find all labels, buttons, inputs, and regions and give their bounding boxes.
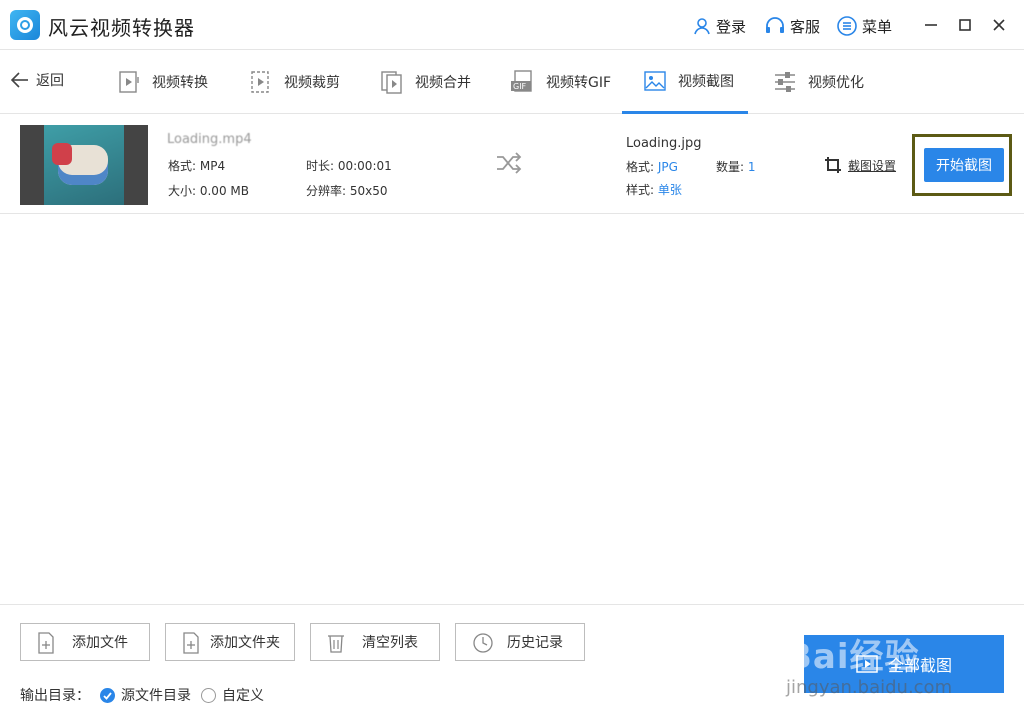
bottom-bar: 添加文件 添加文件夹 清空列表 历史记录 输出目录： 源文件目录 自定义 全部截…	[0, 604, 1024, 720]
tab-video-merge[interactable]: 视频合并	[379, 50, 471, 114]
output-file-name: Loading.jpg	[626, 136, 702, 151]
app-logo-icon	[10, 10, 40, 40]
output-style-value: 单张	[657, 183, 682, 197]
output-dir-label: 输出目录：	[20, 688, 90, 704]
play-screen-icon	[856, 655, 878, 673]
add-folder-button[interactable]: 添加文件夹	[165, 623, 295, 661]
radio-source-directory[interactable]: 源文件目录	[100, 685, 191, 705]
tab-video-crop[interactable]: 视频裁剪	[248, 50, 340, 114]
output-count[interactable]: 数量: 1	[716, 158, 756, 175]
output-format-label: 格式:	[626, 160, 655, 174]
output-style[interactable]: 样式: 单张	[626, 181, 682, 198]
minimize-button[interactable]	[920, 14, 942, 36]
menu-button[interactable]: 菜单	[836, 14, 892, 38]
radio-unchecked-icon	[201, 687, 216, 703]
close-button[interactable]	[988, 14, 1010, 36]
radio-source-label: 源文件目录	[121, 688, 191, 704]
add-file-button[interactable]: 添加文件	[20, 623, 150, 661]
history-button[interactable]: 历史记录	[455, 623, 585, 661]
video-merge-icon	[381, 71, 402, 94]
output-directory-row: 输出目录： 源文件目录 自定义	[20, 685, 264, 705]
screenshot-all-label: 全部截图	[887, 656, 952, 675]
support-label: 客服	[790, 17, 821, 36]
title-bar: 风云视频转换器 登录 客服 菜单	[0, 0, 1024, 50]
login-label: 登录	[716, 17, 747, 36]
screenshot-icon	[644, 70, 666, 91]
clear-list-button[interactable]: 清空列表	[310, 623, 440, 661]
app-title: 风云视频转换器	[48, 16, 195, 40]
tab-video-convert[interactable]: 视频转换	[116, 50, 208, 114]
tab-label: 视频优化	[808, 75, 864, 91]
source-resolution: 分辨率: 50x50	[306, 184, 388, 198]
gif-icon: GIF	[511, 70, 532, 92]
tab-label: 视频转GIF	[546, 75, 612, 91]
support-button[interactable]: 客服	[764, 14, 820, 38]
maximize-icon	[959, 19, 971, 31]
add-folder-label: 添加文件夹	[210, 635, 280, 651]
menu-label: 菜单	[862, 17, 893, 36]
svg-text:GIF: GIF	[513, 82, 527, 91]
tab-video-screenshot[interactable]: 视频截图	[622, 50, 748, 114]
source-duration: 时长: 00:00:01	[306, 159, 392, 173]
output-count-value: 1	[747, 160, 756, 174]
output-count-label: 数量:	[716, 160, 745, 174]
output-style-label: 样式:	[626, 183, 655, 197]
arrow-left-icon	[10, 72, 28, 88]
screenshot-all-button[interactable]: 全部截图	[804, 635, 1004, 693]
tab-label: 视频裁剪	[284, 75, 340, 91]
radio-custom-directory[interactable]: 自定义	[201, 685, 264, 705]
tab-label: 视频合并	[415, 75, 471, 91]
video-crop-icon	[251, 71, 269, 93]
start-screenshot-button[interactable]: 开始截图	[924, 148, 1004, 182]
source-size: 大小: 0.00 MB	[168, 184, 249, 198]
output-format[interactable]: 格式: JPG	[626, 158, 678, 175]
login-button[interactable]: 登录	[692, 14, 746, 38]
clear-list-label: 清空列表	[362, 635, 418, 651]
crop-settings-label: 截图设置	[848, 158, 897, 173]
headset-icon	[766, 17, 784, 33]
radio-custom-label: 自定义	[222, 688, 264, 704]
source-format: 格式: MP4	[168, 159, 226, 173]
video-thumbnail	[20, 125, 148, 205]
add-file-label: 添加文件	[72, 635, 128, 651]
tab-label: 视频截图	[678, 73, 734, 90]
tab-video-optimize[interactable]: 视频优化	[772, 50, 864, 114]
nav-bar: 返回 视频转换 视频裁剪 视频合并 GIF 视频转GIF 视频截图 视频优化	[0, 50, 1024, 114]
menu-list-icon	[837, 16, 857, 36]
tab-video-to-gif[interactable]: GIF 视频转GIF	[510, 50, 611, 114]
back-button[interactable]: 返回	[10, 70, 64, 90]
video-convert-icon	[119, 71, 139, 93]
crop-icon	[825, 157, 841, 173]
source-file-name: Loading.mp4	[167, 132, 252, 147]
radio-checked-icon	[100, 687, 115, 703]
back-label: 返回	[36, 73, 64, 89]
sliders-icon	[775, 72, 795, 92]
file-list-row[interactable]: Loading.mp4 格式: MP4 大小: 0.00 MB 时长: 00:0…	[0, 114, 1024, 214]
user-icon	[694, 18, 710, 35]
output-format-value: JPG	[657, 160, 678, 174]
close-icon	[993, 19, 1005, 31]
crop-settings-link[interactable]: 截图设置	[824, 156, 896, 174]
history-label: 历史记录	[507, 635, 563, 651]
minimize-icon	[925, 24, 937, 26]
maximize-button[interactable]	[954, 14, 976, 36]
tab-label: 视频转换	[152, 75, 208, 91]
shuffle-arrow-icon	[495, 152, 523, 178]
